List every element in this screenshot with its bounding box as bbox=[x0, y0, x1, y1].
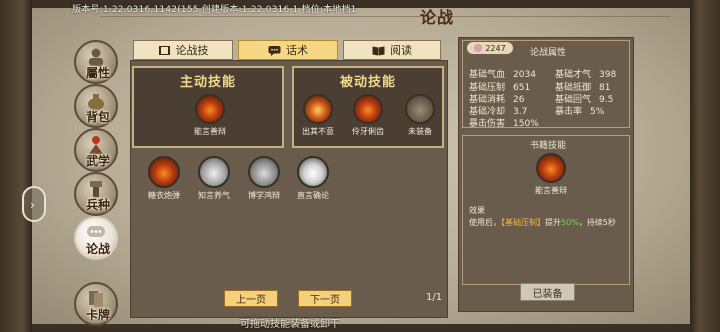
nav-label: 背包 bbox=[85, 110, 110, 124]
passive-skill-slot[interactable]: 伶牙俐齿 bbox=[338, 94, 398, 137]
effect-description: 使用后，【基础压制】提升50%，持续5秒 bbox=[469, 218, 616, 227]
skill-name: 能言善辩 bbox=[194, 127, 226, 136]
passive-skills-title: 被动技能 bbox=[339, 75, 396, 90]
skill-item[interactable]: 直言确论 bbox=[283, 156, 343, 201]
nav-item-soldier[interactable]: 兵种 bbox=[74, 172, 118, 216]
silver-orb-icon bbox=[198, 156, 230, 188]
skill-name: 能言善辩 bbox=[535, 186, 567, 195]
book-icon bbox=[158, 45, 170, 55]
mouth-orb-icon bbox=[297, 156, 329, 188]
frame-bottom bbox=[0, 324, 720, 332]
game-screen: 版本号:1.22.0316.1142(155 创建版本:1.22.0316.1 … bbox=[0, 0, 720, 332]
empty-slot-icon bbox=[405, 94, 435, 124]
attr-row: 暴击率 5% bbox=[555, 107, 605, 117]
active-skill-slot[interactable]: 能言善辩 bbox=[180, 94, 240, 137]
attr-row: 基础气血 2034 bbox=[469, 70, 536, 80]
tab-label: 话术 bbox=[286, 44, 308, 57]
nav-item-bag[interactable]: 背包 bbox=[74, 84, 118, 128]
open-book-icon bbox=[372, 46, 385, 55]
skill-name: 未装备 bbox=[408, 127, 432, 136]
gear-orb-icon bbox=[248, 156, 280, 188]
drag-hint: 可拖动技能装备或卸下 bbox=[240, 319, 340, 330]
nav-label: 卡牌 bbox=[85, 308, 110, 322]
nav-label: 屬性 bbox=[85, 66, 110, 80]
fire-fist-icon bbox=[195, 94, 225, 124]
book-skill[interactable]: 能言善辩 bbox=[528, 153, 574, 196]
tab-reading[interactable]: 阅读 bbox=[343, 40, 441, 60]
page-title: 论战 bbox=[420, 8, 455, 27]
nav-label: 兵种 bbox=[85, 198, 110, 212]
chevron-right-icon: › bbox=[30, 198, 35, 212]
title-bar: 论战 ✕ bbox=[100, 0, 670, 34]
passive-skill-slot-empty[interactable]: 未装备 bbox=[390, 94, 450, 137]
nav-item-cards[interactable]: 卡牌 bbox=[74, 282, 118, 326]
fire-fist-icon bbox=[536, 153, 566, 183]
equipped-button[interactable]: 已装备 bbox=[520, 283, 575, 301]
attributes-title: 论战属性 bbox=[530, 48, 567, 58]
nav-label: 武学 bbox=[85, 154, 110, 168]
page-indicator: 1/1 bbox=[426, 292, 443, 303]
ember-icon bbox=[303, 94, 333, 124]
tab-debate-skills[interactable]: 论战技 bbox=[133, 40, 233, 60]
tab-rhetoric[interactable]: 话术 bbox=[238, 40, 338, 60]
tab-label: 论战技 bbox=[175, 44, 209, 57]
prev-page-button[interactable]: 上一页 bbox=[224, 290, 278, 307]
level-value: 2247 bbox=[485, 43, 506, 53]
frame-left bbox=[0, 0, 32, 332]
nav-item-attributes[interactable]: 屬性 bbox=[74, 40, 118, 84]
next-page-button[interactable]: 下一页 bbox=[298, 290, 352, 307]
passive-skills-box: 被动技能 出其不意 伶牙俐齿 未装备 bbox=[292, 66, 444, 148]
nav-label: 论战 bbox=[85, 242, 110, 256]
nav-item-martial-arts[interactable]: 武学 bbox=[74, 128, 118, 172]
nav-item-debate[interactable]: 论战 bbox=[74, 216, 118, 260]
attr-row: 暴击伤害 150% bbox=[469, 119, 539, 129]
active-skills-box: 主动技能 能言善辩 bbox=[132, 66, 284, 148]
speech-icon bbox=[268, 45, 281, 56]
level-badge: 2247 bbox=[467, 42, 513, 54]
badge-icon bbox=[474, 44, 483, 52]
skill-name: 伶牙俐齿 bbox=[352, 127, 384, 136]
side-drawer-handle[interactable]: › bbox=[22, 186, 46, 222]
title-divider bbox=[100, 16, 670, 17]
attr-row: 基础才气 398 bbox=[555, 70, 617, 80]
fire-swirl-icon bbox=[148, 156, 180, 188]
frame-right bbox=[690, 0, 720, 332]
fire-mouth-icon bbox=[353, 94, 383, 124]
active-skills-title: 主动技能 bbox=[179, 75, 236, 90]
skill-name: 直言确论 bbox=[297, 191, 329, 200]
tab-label: 阅读 bbox=[390, 44, 412, 57]
book-skill-title: 书籍技能 bbox=[530, 141, 567, 151]
effect-title: 效果 bbox=[469, 206, 485, 215]
